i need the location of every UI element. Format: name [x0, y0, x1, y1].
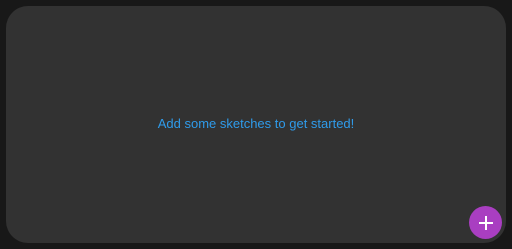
empty-state-message: Add some sketches to get started!: [157, 116, 355, 131]
app-window: Add some sketches to get started!: [0, 0, 512, 249]
add-sketch-button[interactable]: [469, 206, 502, 239]
plus-icon: [477, 214, 495, 232]
